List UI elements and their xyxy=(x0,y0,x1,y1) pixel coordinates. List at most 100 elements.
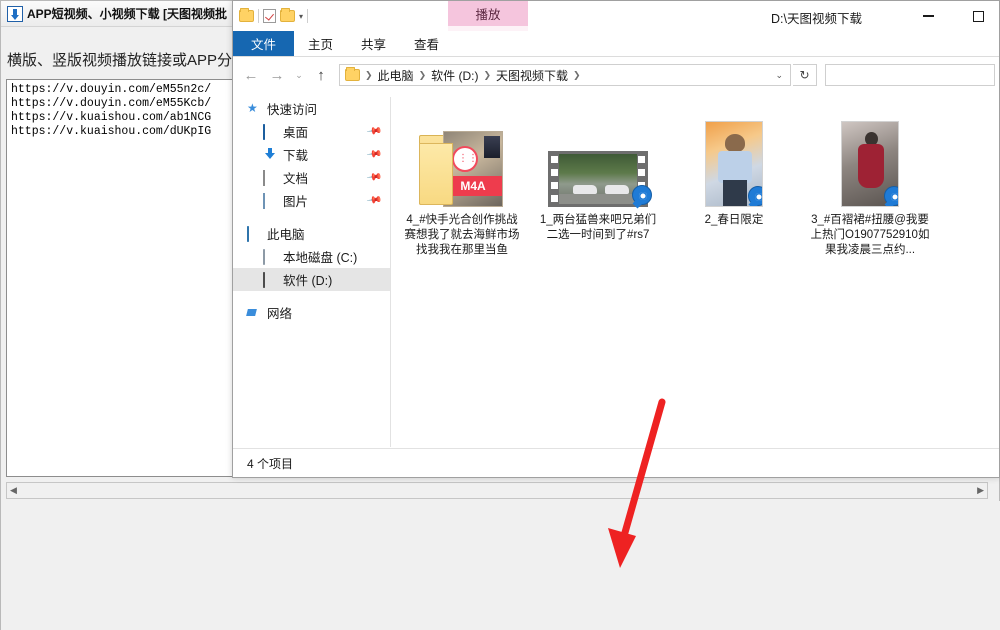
new-folder-icon[interactable] xyxy=(280,8,295,22)
screen: APP短视频、小视频下载 [天图视频批 横版、竖版视频播放链接或APP分 htt… xyxy=(0,0,1000,630)
url-line: https://v.kuaishou.com/ab1NCG xyxy=(11,111,212,124)
video-play-badge-icon xyxy=(884,186,898,206)
app-title: APP短视频、小视频下载 [天图视频批 xyxy=(27,7,228,21)
sidebar-item-quick-access[interactable]: ★ 快速访问 xyxy=(233,97,390,120)
sidebar-item-label: 下载 xyxy=(283,149,309,163)
sidebar-item-label: 文档 xyxy=(283,172,309,186)
file-name: 3_#百褶裙#扭腰@我要上热门O1907752910如果我凌晨三点约... xyxy=(810,214,930,256)
pictures-icon xyxy=(263,193,277,209)
sidebar-item-this-pc[interactable]: 此电脑 xyxy=(233,222,390,245)
file-name: 1_两台猛兽来吧兄弟们二选一时间到了#rs7 xyxy=(539,214,657,241)
downloader-control-panel: 总 进 度: 4 / 4 当前进度: 100% 保存位置: D:\天图视频下载 … xyxy=(1,501,1000,630)
back-button[interactable]: ← xyxy=(239,63,263,87)
minimize-button[interactable] xyxy=(905,1,951,31)
desktop-icon xyxy=(263,124,277,140)
video-play-badge-icon xyxy=(748,186,762,206)
minimize-icon xyxy=(922,15,934,17)
sidebar-item-downloads[interactable]: 下载 📌 xyxy=(233,143,390,166)
video-thumbnail xyxy=(538,111,658,207)
download-icon xyxy=(263,148,277,161)
url-input-textarea[interactable]: https://v.douyin.com/eM55n2c/ https://v.… xyxy=(6,79,236,477)
url-hint-label: 横版、竖版视频播放链接或APP分 xyxy=(7,52,233,69)
list-item[interactable]: 1_两台猛兽来吧兄弟们二选一时间到了#rs7 xyxy=(538,111,658,243)
drive-icon xyxy=(263,249,277,265)
forward-button[interactable]: → xyxy=(265,63,289,87)
scroll-right-arrow[interactable]: ▶ xyxy=(974,485,987,496)
tab-view[interactable]: 查看 xyxy=(400,31,453,56)
chevron-down-icon[interactable]: ▾ xyxy=(299,12,303,21)
explorer-status-bar: 4 个项目 xyxy=(233,448,999,477)
list-item[interactable]: ⋮⋮ M4A 4_#快手光合创作挑战赛想我了就去海鲜市场找我我在那里当鱼 xyxy=(402,111,522,258)
file-name: 4_#快手光合创作挑战赛想我了就去海鲜市场找我我在那里当鱼 xyxy=(404,214,520,256)
address-bar[interactable]: ❯ 此电脑 ❯ 软件 (D:) ❯ 天图视频下载 ❯ ⌄ xyxy=(339,64,791,86)
breadcrumb-item-drive-d[interactable]: 软件 (D:) xyxy=(428,67,481,84)
video-thumbnail xyxy=(810,111,930,207)
file-name: 2_春日限定 xyxy=(704,214,764,226)
sidebar-item-desktop[interactable]: 桌面 📌 xyxy=(233,120,390,143)
sidebar-item-local-disk-c[interactable]: 本地磁盘 (C:) xyxy=(233,245,390,268)
tab-file[interactable]: 文件 xyxy=(233,31,295,56)
properties-icon[interactable] xyxy=(263,9,276,23)
folder-thumbnail: ⋮⋮ M4A xyxy=(402,111,522,207)
breadcrumb-item-current-folder[interactable]: 天图视频下载 xyxy=(493,67,571,84)
tab-share[interactable]: 共享 xyxy=(347,31,400,56)
breadcrumb-separator: ❯ xyxy=(573,69,581,80)
ribbon-tab-strip: 文件 主页 共享 查看 xyxy=(233,31,999,56)
star-icon: ★ xyxy=(247,101,258,115)
pin-icon[interactable]: 📌 xyxy=(365,123,382,139)
contextual-tab-play[interactable]: 播放 xyxy=(448,1,528,26)
maximize-button[interactable] xyxy=(955,1,999,31)
scroll-left-arrow[interactable]: ◀ xyxy=(7,485,20,496)
sidebar-item-software-d[interactable]: 软件 (D:) xyxy=(233,268,390,291)
refresh-button[interactable]: ↻ xyxy=(793,64,817,86)
breadcrumb-separator: ❯ xyxy=(365,69,373,80)
file-explorer-window: ▾ D:\天图视频下载 播放 视频工具 文件 主页 共享 查看 ← → ⌄ ↑ xyxy=(232,0,1000,478)
sidebar-item-label: 本地磁盘 (C:) xyxy=(283,251,358,265)
pin-icon[interactable]: 📌 xyxy=(365,192,382,208)
url-line: https://v.douyin.com/eM55n2c/ xyxy=(11,83,212,96)
network-icon xyxy=(247,306,261,319)
up-button[interactable]: ↑ xyxy=(309,63,333,87)
url-line: https://v.douyin.com/eM55Kcb/ xyxy=(11,97,212,110)
maximize-icon xyxy=(972,10,984,22)
explorer-navigation-pane: ★ 快速访问 桌面 📌 下载 📌 文档 📌 图片 📌 此电脑 本地磁盘 (C:)… xyxy=(233,97,391,447)
breadcrumb-separator: ❯ xyxy=(418,69,427,80)
sidebar-item-pictures[interactable]: 图片 📌 xyxy=(233,189,390,212)
this-pc-icon xyxy=(247,226,261,242)
sidebar-item-documents[interactable]: 文档 📌 xyxy=(233,166,390,189)
divider xyxy=(258,9,259,23)
pin-icon[interactable]: 📌 xyxy=(365,169,382,185)
folder-icon xyxy=(345,67,360,81)
explorer-title-path: D:\天图视频下载 xyxy=(771,12,862,26)
explorer-navigation-bar: ← → ⌄ ↑ ❯ 此电脑 ❯ 软件 (D:) ❯ 天图视频下载 ❯ ⌄ ↻ xyxy=(233,59,999,91)
horizontal-scrollbar[interactable]: ◀ ▶ xyxy=(6,482,988,499)
breadcrumb-separator: ❯ xyxy=(483,69,491,80)
sidebar-item-label: 网络 xyxy=(267,307,293,321)
tab-home[interactable]: 主页 xyxy=(294,31,347,56)
list-item[interactable]: 3_#百褶裙#扭腰@我要上热门O1907752910如果我凌晨三点约... xyxy=(810,111,930,258)
download-icon xyxy=(7,5,23,22)
url-line: https://v.kuaishou.com/dUKpIG xyxy=(11,125,212,138)
quick-access-toolbar: ▾ xyxy=(233,8,309,23)
sidebar-item-label: 快速访问 xyxy=(267,103,318,117)
search-input[interactable] xyxy=(825,64,995,86)
divider xyxy=(307,9,309,23)
chevron-down-icon[interactable]: ⌄ xyxy=(775,70,786,81)
breadcrumb-item-this-pc[interactable]: 此电脑 xyxy=(375,67,417,84)
sidebar-item-label: 此电脑 xyxy=(267,228,305,242)
sidebar-item-network[interactable]: 网络 xyxy=(233,301,390,324)
video-play-badge-icon xyxy=(632,185,652,205)
explorer-file-list[interactable]: ⋮⋮ M4A 4_#快手光合创作挑战赛想我了就去海鲜市场找我我在那里当鱼 1_两… xyxy=(392,97,999,447)
ribbon-divider xyxy=(233,56,999,57)
recent-locations-button[interactable]: ⌄ xyxy=(291,63,307,87)
item-count: 4 个项目 xyxy=(247,457,294,471)
sidebar-item-label: 图片 xyxy=(283,195,309,209)
list-item[interactable]: 2_春日限定 xyxy=(674,111,794,228)
drive-icon xyxy=(263,272,277,288)
sidebar-item-label: 桌面 xyxy=(283,126,309,140)
explorer-titlebar: ▾ D:\天图视频下载 xyxy=(233,1,999,31)
folder-icon[interactable] xyxy=(239,8,254,22)
pin-icon[interactable]: 📌 xyxy=(365,146,382,162)
